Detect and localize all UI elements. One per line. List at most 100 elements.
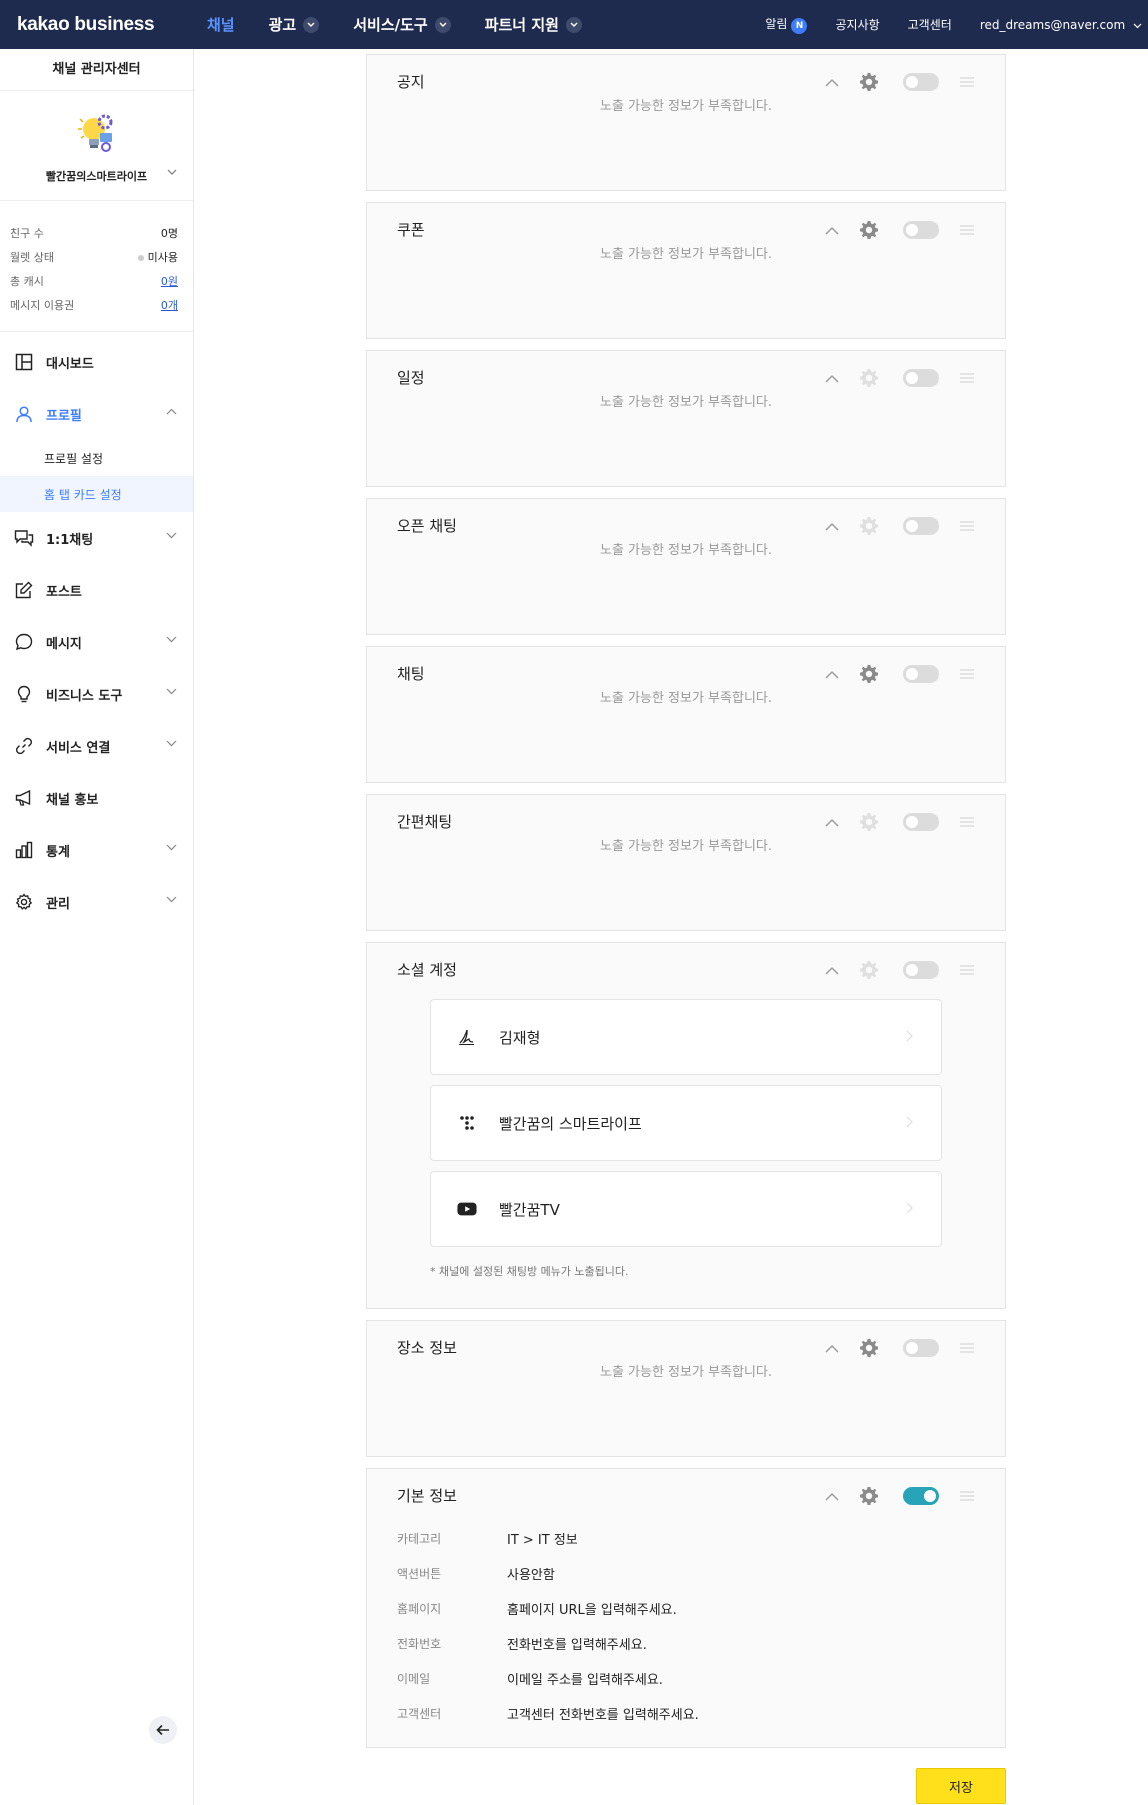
social-account-item[interactable]: 빨간꿈TV — [430, 1171, 942, 1247]
save-button[interactable]: 저장 — [916, 1768, 1006, 1804]
drag-handle[interactable] — [959, 1489, 975, 1503]
chevron-right-icon — [906, 1202, 913, 1214]
support-link[interactable]: 고객센터 — [908, 16, 952, 33]
dashboard-icon — [14, 352, 34, 372]
drag-handle[interactable] — [959, 815, 975, 829]
top-bar: kakao business 채널 광고 서비스/도구 파트너 지원 알림 N 공… — [0, 0, 1148, 49]
card-basic-info: 기본 정보 카테고리 IT > IT 정보 액션버튼 사용안함 홈페이지 홈페이지 U… — [366, 1468, 1006, 1748]
sidebar-item-manage[interactable]: 관리 — [0, 876, 193, 928]
nav-ads[interactable]: 광고 — [269, 14, 320, 35]
social-account-item[interactable]: 김재형 — [430, 999, 942, 1075]
drag-handle[interactable] — [959, 1341, 975, 1355]
settings-button[interactable] — [859, 72, 879, 92]
drag-handle[interactable] — [959, 371, 975, 385]
drag-handle[interactable] — [959, 667, 975, 681]
card-controls — [823, 516, 975, 536]
sidebar-item-channel-promo[interactable]: 채널 홍보 — [0, 772, 193, 824]
visibility-toggle[interactable] — [903, 1339, 939, 1357]
kakao-business-logo[interactable]: kakao business — [17, 14, 207, 36]
settings-button[interactable] — [859, 368, 879, 388]
sidebar-item-post[interactable]: 포스트 — [0, 564, 193, 616]
chevron-down-icon — [1133, 23, 1142, 28]
chevron-up-icon — [825, 374, 839, 382]
gear-icon — [860, 665, 878, 683]
collapse-button[interactable] — [823, 369, 841, 387]
collapse-button[interactable] — [823, 961, 841, 979]
sidebar-item-label: 포스트 — [46, 584, 82, 600]
gear-icon — [860, 813, 878, 831]
card-social-accounts: 소셜 계정 김재형 빨간꿈의 스마트라이프 빨간꿈TV * 채널에 설정된 채팅… — [366, 942, 1006, 1309]
settings-button[interactable] — [859, 1338, 879, 1358]
card-title: 일정 — [397, 368, 425, 387]
drag-handle[interactable] — [959, 963, 975, 977]
settings-button[interactable] — [859, 960, 879, 980]
visibility-toggle[interactable] — [903, 517, 939, 535]
stat-value-link[interactable]: 0개 — [161, 297, 178, 313]
visibility-toggle[interactable] — [903, 73, 939, 91]
collapse-button[interactable] — [823, 1487, 841, 1505]
collapse-button[interactable] — [823, 73, 841, 91]
signature-icon — [457, 1027, 477, 1047]
collapse-button[interactable] — [823, 813, 841, 831]
nav-partner-support[interactable]: 파트너 지원 — [485, 14, 582, 35]
sidebar-item-stats[interactable]: 통계 — [0, 824, 193, 876]
sidebar-item-chat[interactable]: 1:1채팅 — [0, 512, 193, 564]
social-account-item[interactable]: 빨간꿈의 스마트라이프 — [430, 1085, 942, 1161]
drag-handle-icon — [960, 1343, 974, 1353]
sidebar-item-label: 1:1채팅 — [46, 532, 94, 548]
megaphone-icon — [14, 788, 34, 808]
collapse-sidebar-button[interactable] — [149, 1716, 177, 1744]
account-menu[interactable]: red_dreams@naver.com — [980, 18, 1142, 32]
visibility-toggle[interactable] — [903, 813, 939, 831]
sidebar-subitem-profile-settings[interactable]: 프로필 설정 — [0, 440, 193, 476]
drag-handle-icon — [960, 225, 974, 235]
collapse-button[interactable] — [823, 517, 841, 535]
drag-handle-icon — [960, 373, 974, 383]
drag-handle[interactable] — [959, 519, 975, 533]
nav-channel[interactable]: 채널 — [207, 14, 235, 35]
sidebar-item-message[interactable]: 메시지 — [0, 616, 193, 668]
sidebar-item-label: 서비스 연결 — [46, 740, 111, 756]
sidebar-item-business-tools[interactable]: 비즈니스 도구 — [0, 668, 193, 720]
visibility-toggle[interactable] — [903, 221, 939, 239]
social-note: * 채널에 설정된 채팅방 메뉴가 노출됩니다. — [430, 1265, 629, 1278]
drag-handle-icon — [960, 1491, 974, 1501]
stat-message-credits: 메시지 이용권 0개 — [10, 293, 178, 317]
collapse-button[interactable] — [823, 665, 841, 683]
channel-name-selector[interactable]: 빨간꿈의스마트라이프 — [0, 168, 193, 184]
info-row: 홈페이지 홈페이지 URL을 입력해주세요. — [397, 1591, 1005, 1626]
collapse-button[interactable] — [823, 221, 841, 239]
visibility-toggle[interactable] — [903, 369, 939, 387]
card-place-info: 장소 정보 노출 가능한 정보가 부족합니다. — [366, 1320, 1006, 1457]
nav-partner-label: 파트너 지원 — [484, 16, 559, 34]
alarm-link[interactable]: 알림 N — [765, 15, 808, 34]
nav-ads-label: 광고 — [268, 16, 297, 34]
stat-label: 메시지 이용권 — [10, 299, 75, 312]
settings-button[interactable] — [859, 664, 879, 684]
settings-button[interactable] — [859, 812, 879, 832]
stat-value-link[interactable]: 0원 — [161, 273, 178, 289]
sidebar-item-dashboard[interactable]: 대시보드 — [0, 336, 193, 388]
gear-icon — [860, 517, 878, 535]
sidebar-menu: 대시보드 프로필 프로필 설정 홈 탭 카드 설정 1:1채팅 포스트 메시지 … — [0, 332, 193, 928]
nav-services-tools[interactable]: 서비스/도구 — [353, 14, 451, 35]
sidebar-item-service-link[interactable]: 서비스 연결 — [0, 720, 193, 772]
card-controls — [823, 812, 975, 832]
settings-button[interactable] — [859, 516, 879, 536]
visibility-toggle[interactable] — [903, 1487, 939, 1505]
info-label: 카테고리 — [397, 1532, 442, 1546]
sidebar-subitem-home-tab-card[interactable]: 홈 탭 카드 설정 — [0, 476, 193, 512]
settings-button[interactable] — [859, 220, 879, 240]
gear-icon — [860, 961, 878, 979]
drag-handle[interactable] — [959, 223, 975, 237]
channel-avatar[interactable] — [72, 109, 122, 159]
sidebar-item-profile[interactable]: 프로필 — [0, 388, 193, 440]
collapse-button[interactable] — [823, 1339, 841, 1357]
drag-handle[interactable] — [959, 75, 975, 89]
stat-cash: 총 캐시 0원 — [10, 269, 178, 293]
settings-button[interactable] — [859, 1486, 879, 1506]
visibility-toggle[interactable] — [903, 665, 939, 683]
notice-link[interactable]: 공지사항 — [835, 16, 879, 33]
info-value: 사용안함 — [507, 1568, 555, 1583]
visibility-toggle[interactable] — [903, 961, 939, 979]
